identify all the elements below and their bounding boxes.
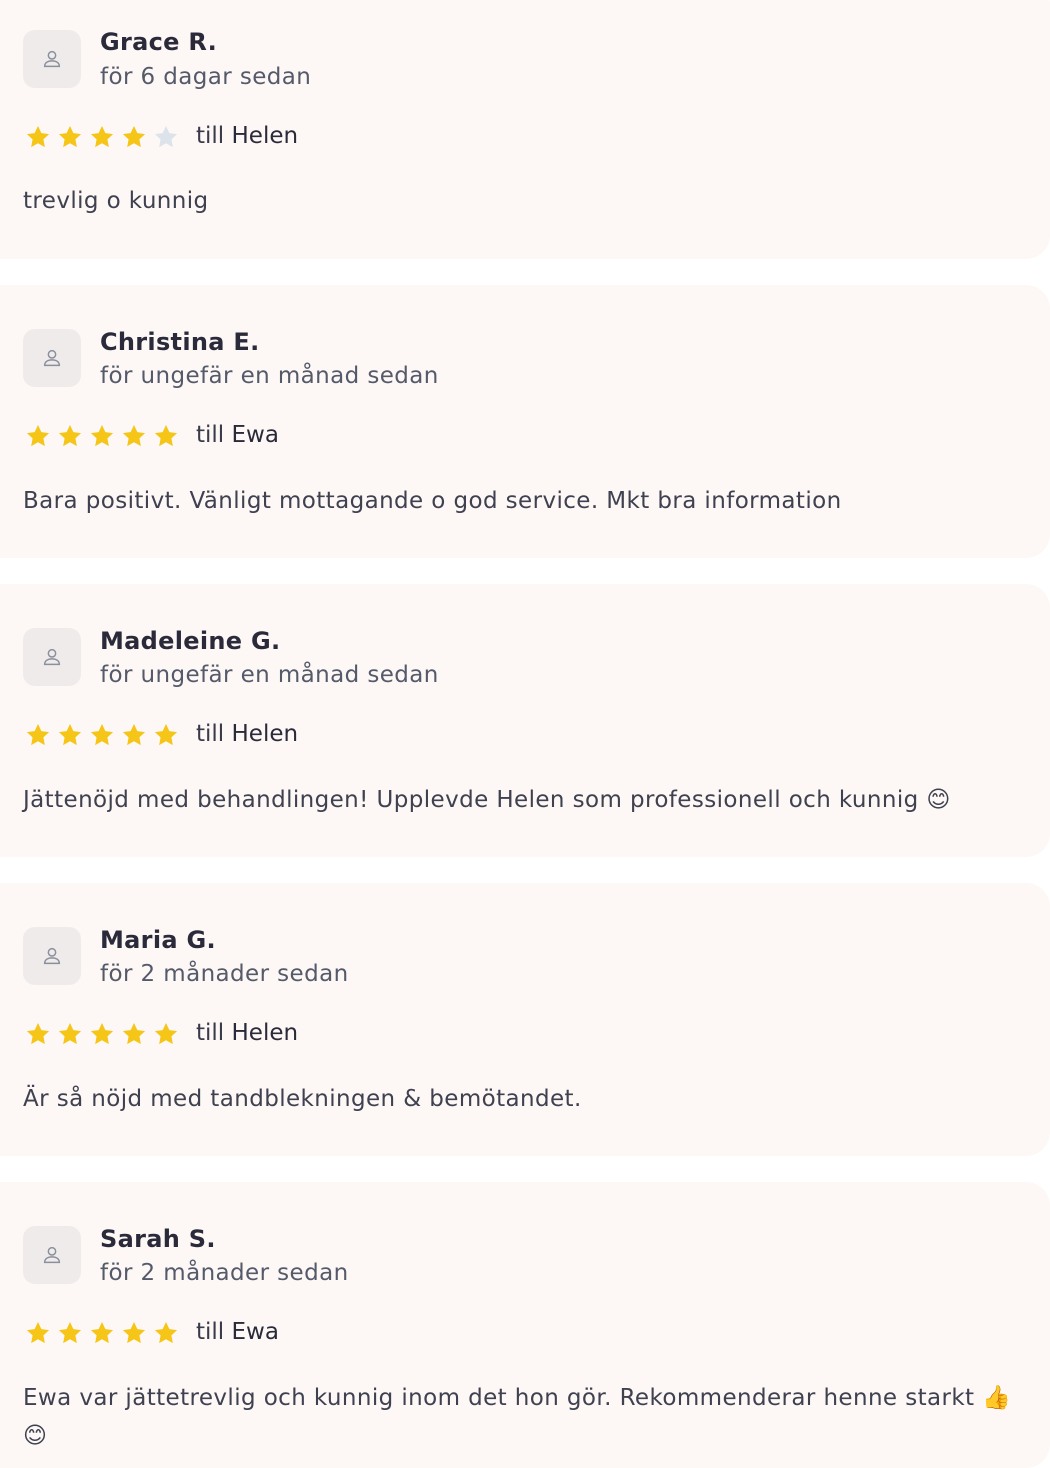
review-card: Christina E. för ungefär en månad sedan …	[0, 285, 1050, 558]
review-recipient: till Helen	[196, 123, 298, 149]
reviewer-name: Maria G.	[100, 926, 216, 954]
recipient-prefix: till	[196, 422, 225, 448]
review-date: för 2 månader sedan	[100, 1260, 349, 1286]
star-filled-icon	[90, 1321, 114, 1344]
reviewer-name: Madeleine G.	[100, 627, 281, 655]
user-icon	[43, 947, 61, 965]
review-recipient: till Ewa	[196, 422, 279, 448]
star-filled-icon	[26, 1022, 50, 1045]
star-filled-icon	[58, 424, 82, 447]
star-filled-icon	[122, 125, 146, 148]
star-filled-icon	[122, 1321, 146, 1344]
review-date: för 6 dagar sedan	[100, 64, 312, 90]
star-filled-icon	[122, 1022, 146, 1045]
review-recipient: till Helen	[196, 721, 298, 747]
recipient-prefix: till	[196, 1020, 225, 1046]
user-icon	[43, 648, 61, 666]
review-card: Madeleine G. för ungefär en månad sedan …	[0, 584, 1050, 857]
staff-name: Ewa	[231, 1319, 279, 1345]
star-filled-icon	[90, 424, 114, 447]
star-empty-icon	[154, 125, 178, 148]
star-filled-icon	[26, 424, 50, 447]
star-rating	[25, 722, 179, 748]
reviewer-name: Sarah S.	[100, 1225, 216, 1253]
star-filled-icon	[154, 424, 178, 447]
review-card: Sarah S. för 2 månader sedan till Ewa Ew…	[0, 1182, 1050, 1468]
star-filled-icon	[26, 125, 50, 148]
reviewer-name: Grace R.	[100, 28, 218, 56]
user-icon	[43, 349, 61, 367]
reviewer-name: Christina E.	[100, 328, 260, 356]
avatar	[23, 1226, 81, 1284]
user-icon	[43, 50, 61, 68]
star-filled-icon	[90, 1022, 114, 1045]
star-filled-icon	[58, 125, 82, 148]
star-filled-icon	[122, 424, 146, 447]
review-card: Maria G. för 2 månader sedan till Helen …	[0, 883, 1050, 1156]
star-rating	[25, 124, 179, 150]
staff-name: Ewa	[231, 422, 279, 448]
star-filled-icon	[154, 1022, 178, 1045]
staff-name: Helen	[231, 123, 299, 149]
star-rating	[25, 1320, 179, 1346]
avatar	[23, 628, 81, 686]
review-text: Bara positivt. Vänligt mottagande o god …	[23, 488, 842, 514]
recipient-prefix: till	[196, 123, 225, 149]
review-text: trevlig o kunnig	[23, 188, 209, 214]
user-icon	[43, 1246, 61, 1264]
star-filled-icon	[154, 1321, 178, 1344]
star-filled-icon	[90, 723, 114, 746]
star-rating	[25, 423, 179, 449]
star-rating	[25, 1021, 179, 1047]
avatar	[23, 329, 81, 387]
review-card: Grace R. för 6 dagar sedan till Helen tr…	[0, 0, 1050, 259]
review-text: Jättenöjd med behandlingen! Upplevde Hel…	[23, 787, 951, 813]
recipient-prefix: till	[196, 721, 225, 747]
review-text: Ewa var jättetrevlig och kunnig inom det…	[23, 1385, 1012, 1449]
star-filled-icon	[58, 1321, 82, 1344]
star-filled-icon	[58, 1022, 82, 1045]
star-filled-icon	[154, 723, 178, 746]
review-recipient: till Helen	[196, 1020, 298, 1046]
review-text: Är så nöjd med tandblekningen & bemötand…	[23, 1086, 582, 1112]
recipient-prefix: till	[196, 1319, 225, 1345]
star-filled-icon	[26, 723, 50, 746]
star-filled-icon	[26, 1321, 50, 1344]
star-filled-icon	[90, 125, 114, 148]
star-filled-icon	[58, 723, 82, 746]
staff-name: Helen	[231, 1020, 299, 1046]
review-date: för ungefär en månad sedan	[100, 363, 439, 389]
avatar	[23, 30, 81, 88]
review-date: för 2 månader sedan	[100, 961, 349, 987]
staff-name: Helen	[231, 721, 299, 747]
star-filled-icon	[122, 723, 146, 746]
review-date: för ungefär en månad sedan	[100, 662, 439, 688]
avatar	[23, 927, 81, 985]
review-recipient: till Ewa	[196, 1319, 279, 1345]
